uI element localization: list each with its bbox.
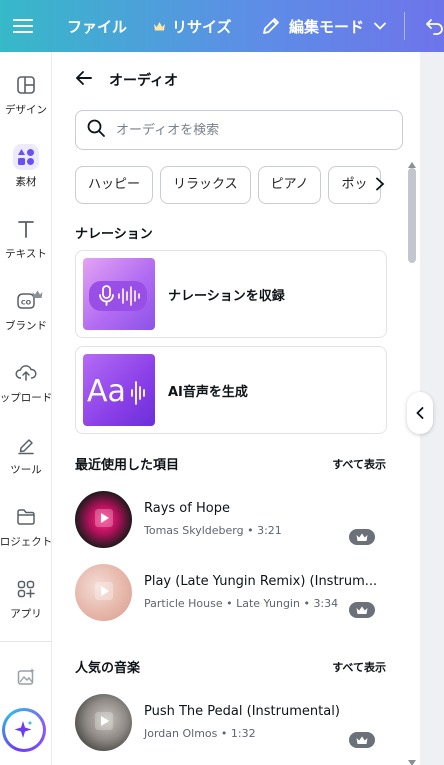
ai-voice-card[interactable]: Aa AI音声を生成 xyxy=(75,346,387,434)
record-narration-label: ナレーションを収録 xyxy=(168,288,285,304)
chevron-down-icon xyxy=(374,22,386,30)
popular-see-all-link[interactable]: すべて表示 xyxy=(332,659,386,675)
track-title: Play (Late Yungin Remix) (Instrum... xyxy=(144,574,378,589)
chip-relax[interactable]: リラックス xyxy=(160,166,251,204)
audio-panel: オーディオ ハッピーリラックスピアノポッ ナレーション ナレーションを収録 xyxy=(53,52,420,765)
hamburger-icon[interactable] xyxy=(12,0,34,52)
edit-mode-dropdown[interactable]: 編集モード xyxy=(261,0,386,52)
panel-header: オーディオ xyxy=(75,70,178,90)
recent-see-all-link[interactable]: すべて表示 xyxy=(332,456,386,472)
track-meta: Tomas Skyldeberg • 3:21 xyxy=(144,524,282,537)
chip-pop[interactable]: ポッ xyxy=(328,166,381,204)
design-layout-icon xyxy=(13,72,39,98)
scroll-down-arrow-icon[interactable] xyxy=(407,752,417,765)
panel-scrollbar-thumb[interactable] xyxy=(408,168,416,263)
magic-assistant-button[interactable] xyxy=(2,708,46,752)
chevron-left-icon xyxy=(416,404,424,423)
elements-shapes-icon xyxy=(13,144,39,170)
audio-search-input[interactable] xyxy=(116,122,376,138)
recent-section-title: 最近使用した項目 xyxy=(75,458,180,473)
resize-label: リサイズ xyxy=(172,17,232,36)
track-title: Rays of Hope xyxy=(144,501,230,516)
topbar-divider xyxy=(404,12,405,40)
track-duration: 3:21 xyxy=(257,524,282,537)
upload-cloud-icon xyxy=(13,360,39,386)
file-menu-label: ファイル xyxy=(67,17,128,36)
chip-happy[interactable]: ハッピー xyxy=(75,166,154,204)
rail-item-text[interactable]: テキスト xyxy=(0,216,52,260)
popular-section-title: 人気の音楽 xyxy=(75,661,141,676)
track-duration: 1:32 xyxy=(230,727,256,740)
rail-item-projects[interactable]: ロジェクト xyxy=(0,504,52,548)
premium-crown-icon xyxy=(349,529,375,545)
track-artist: Tomas Skyldeberg xyxy=(144,524,244,537)
track-artist: Particle House • Late Yungin xyxy=(144,597,300,610)
track-meta: Particle House • Late Yungin • 3:34 xyxy=(144,597,339,610)
panel-title: オーディオ xyxy=(109,73,179,89)
svg-text:CO: CO xyxy=(21,299,32,307)
chip-piano[interactable]: ピアノ xyxy=(257,166,322,204)
image-sparkle-icon xyxy=(13,664,39,690)
premium-crown-icon xyxy=(349,602,375,618)
ai-voice-label: AI音声を生成 xyxy=(168,384,248,400)
track-meta: Jordan Olmos • 1:32 xyxy=(144,727,256,740)
sparkle-icon xyxy=(5,711,43,749)
ai-voice-icon: Aa xyxy=(83,354,155,426)
left-rail: デザイン 素材 テキスト CO ブランド ップロード ツール ロジェクト アプリ xyxy=(0,52,52,765)
track-item[interactable]: Push The Pedal (Instrumental) Jordan Olm… xyxy=(75,694,395,754)
crown-icon xyxy=(32,284,43,303)
premium-crown-icon xyxy=(349,732,375,748)
track-cover xyxy=(75,491,132,548)
narration-section-title: ナレーション xyxy=(75,227,153,242)
chevron-right-icon[interactable] xyxy=(375,176,385,195)
collapse-panel-button[interactable] xyxy=(407,392,433,434)
track-item[interactable]: Rays of Hope Tomas Skyldeberg • 3:21 xyxy=(75,491,395,551)
track-artist: Jordan Olmos xyxy=(144,727,218,740)
top-bar: ファイル リサイズ 編集モード xyxy=(0,0,444,52)
filter-chips: ハッピー リラックス ピアノ ポッ xyxy=(75,166,383,206)
track-cover xyxy=(75,564,132,621)
edit-mode-label: 編集モード xyxy=(289,17,365,36)
rail-item-tools[interactable]: ツール xyxy=(0,432,52,476)
record-narration-card[interactable]: ナレーションを収録 xyxy=(75,250,387,338)
search-icon xyxy=(86,118,106,142)
apps-grid-icon xyxy=(13,576,39,602)
ai-thumb-text: Aa xyxy=(87,374,126,409)
rail-item-apps[interactable]: アプリ xyxy=(0,576,52,620)
rail-item-elements[interactable]: 素材 xyxy=(0,144,52,188)
crown-icon xyxy=(153,21,166,32)
track-cover xyxy=(75,694,132,751)
rail-item-design[interactable]: デザイン xyxy=(0,72,52,116)
track-title: Push The Pedal (Instrumental) xyxy=(144,704,340,719)
play-icon[interactable] xyxy=(94,508,113,531)
play-icon[interactable] xyxy=(94,711,113,734)
microphone-waveform-icon xyxy=(83,258,155,330)
rail-item-brand[interactable]: CO ブランド xyxy=(0,288,52,332)
back-arrow-icon[interactable] xyxy=(75,70,93,90)
rail-item-magic-media[interactable] xyxy=(0,664,52,690)
play-icon[interactable] xyxy=(94,581,113,604)
folder-icon xyxy=(13,504,39,530)
track-duration: 3:34 xyxy=(313,597,339,610)
resize-button[interactable]: リサイズ xyxy=(153,0,232,52)
audio-search-box[interactable] xyxy=(75,110,403,150)
file-menu-button[interactable]: ファイル xyxy=(67,0,127,52)
undo-icon[interactable] xyxy=(424,0,444,52)
rail-item-uploads[interactable]: ップロード xyxy=(0,360,52,404)
rail-divider xyxy=(0,641,52,642)
track-item[interactable]: Play (Late Yungin Remix) (Instrum... Par… xyxy=(75,564,395,624)
pen-tool-icon xyxy=(13,432,39,458)
text-t-icon xyxy=(13,216,39,242)
pencil-icon xyxy=(261,16,281,36)
